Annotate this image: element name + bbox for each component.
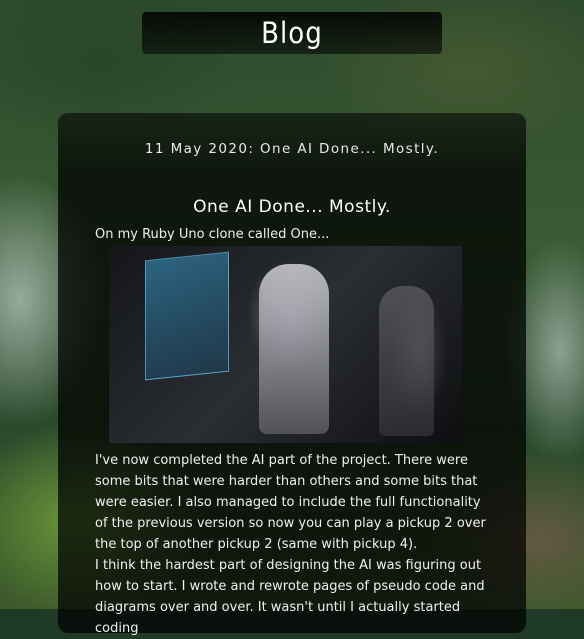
post-image — [109, 246, 462, 443]
hologram-screen — [145, 251, 229, 381]
post-body: I've now completed the AI part of the pr… — [95, 450, 487, 639]
post-title: One AI Done... Mostly. — [193, 197, 391, 217]
post-card: 11 May 2020: One AI Done... Mostly. One … — [58, 113, 526, 636]
post-header: 11 May 2020: One AI Done... Mostly. — [144, 141, 440, 157]
post-paragraph: I think the hardest part of designing th… — [95, 558, 485, 636]
post-paragraph: I've now completed the AI part of the pr… — [95, 453, 486, 552]
background-robot-figure — [379, 286, 434, 436]
site-header: Blog — [142, 12, 442, 54]
robot-figure — [259, 264, 329, 434]
site-title[interactable]: Blog — [261, 16, 323, 50]
post-intro: On my Ruby Uno clone called One... — [95, 227, 330, 242]
